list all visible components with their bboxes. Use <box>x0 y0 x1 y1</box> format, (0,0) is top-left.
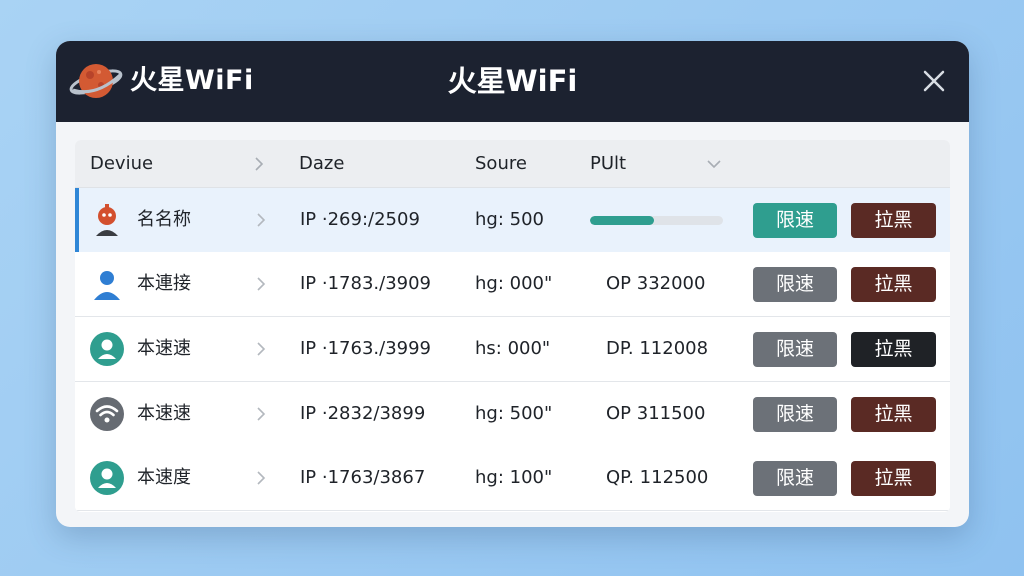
close-icon <box>923 70 945 92</box>
table-header: Deviue Daze Soure PUlt <box>75 140 950 188</box>
table-row[interactable]: 本速速 IP ·1763./3999 hs: 000" DP. 112008 限速 拉黑 <box>75 317 950 382</box>
column-header-date[interactable]: Daze <box>299 140 344 187</box>
robot-avatar-icon <box>89 202 125 238</box>
table-row[interactable]: 本連接 IP ·1783./3909 hg: 000" OP 332000 限速 拉黑 <box>75 252 950 317</box>
ip-address: IP ·269:/2509 <box>300 209 420 230</box>
chevron-right-icon[interactable] <box>255 213 267 227</box>
source-value: hg: 500" <box>475 403 553 424</box>
speed-limit-button[interactable]: 限速 <box>753 461 837 496</box>
table-row[interactable]: 名名称 IP ·269:/2509 hg: 500 限速 拉黑 <box>75 188 950 253</box>
column-header-device[interactable]: Deviue <box>90 140 153 187</box>
chevron-right-icon[interactable] <box>255 342 267 356</box>
speed-limit-button[interactable]: 限速 <box>753 397 837 432</box>
close-button[interactable] <box>918 65 950 97</box>
device-name: 本速度 <box>137 467 191 488</box>
table-row[interactable]: 本速速 IP ·2832/3899 hg: 500" OP 311500 限速 拉黑 <box>75 382 950 447</box>
column-header-put[interactable]: PUlt <box>590 140 626 187</box>
ip-address: IP ·1763./3999 <box>300 338 432 359</box>
source-value: hg: 500 <box>475 209 544 230</box>
title-bar: 火星WiFi 火星WiFi <box>56 41 969 122</box>
app-window: 火星WiFi 火星WiFi Deviue Daze Soure PUlt 名名称… <box>56 41 969 527</box>
speed-limit-button[interactable]: 限速 <box>753 267 837 302</box>
put-value: OP 332000 <box>606 273 706 294</box>
put-value: OP 311500 <box>606 403 706 424</box>
speed-limit-button[interactable]: 限速 <box>753 332 837 367</box>
device-name: 本速速 <box>137 338 191 359</box>
speed-limit-button[interactable]: 限速 <box>753 203 837 238</box>
person-avatar-icon <box>89 266 125 302</box>
ip-address: IP ·2832/3899 <box>300 403 426 424</box>
put-value: QP. 112500 <box>606 467 709 488</box>
chevron-right-icon[interactable] <box>255 471 267 485</box>
blacklist-button[interactable]: 拉黑 <box>851 203 936 238</box>
device-name: 本連接 <box>137 273 191 294</box>
device-name: 本速速 <box>137 403 191 424</box>
blacklist-button[interactable]: 拉黑 <box>851 461 936 496</box>
put-value: DP. 112008 <box>606 338 709 359</box>
blacklist-button[interactable]: 拉黑 <box>851 332 936 367</box>
source-value: hg: 100" <box>475 467 553 488</box>
device-name: 名名称 <box>137 209 191 230</box>
source-value: hg: 000" <box>475 273 553 294</box>
source-value: hs: 000" <box>475 338 551 359</box>
wifi-icon <box>89 396 125 432</box>
blacklist-button[interactable]: 拉黑 <box>851 397 936 432</box>
blacklist-button[interactable]: 拉黑 <box>851 267 936 302</box>
chevron-down-icon[interactable] <box>706 157 722 171</box>
window-title: 火星WiFi <box>447 64 578 98</box>
chevron-right-icon <box>255 157 264 171</box>
user-circle-icon <box>89 460 125 496</box>
ip-address: IP ·1783./3909 <box>300 273 432 294</box>
usage-progress-bar <box>590 216 723 225</box>
chevron-right-icon[interactable] <box>255 277 267 291</box>
user-circle-icon <box>89 331 125 367</box>
chevron-right-icon[interactable] <box>255 407 267 421</box>
device-table: Deviue Daze Soure PUlt 名名称 IP ·269:/2509 h… <box>75 140 950 512</box>
table-row[interactable]: 本速度 IP ·1763/3867 hg: 100" QP. 112500 限速 拉黑 <box>75 446 950 511</box>
column-header-source[interactable]: Soure <box>475 140 527 187</box>
ip-address: IP ·1763/3867 <box>300 467 426 488</box>
